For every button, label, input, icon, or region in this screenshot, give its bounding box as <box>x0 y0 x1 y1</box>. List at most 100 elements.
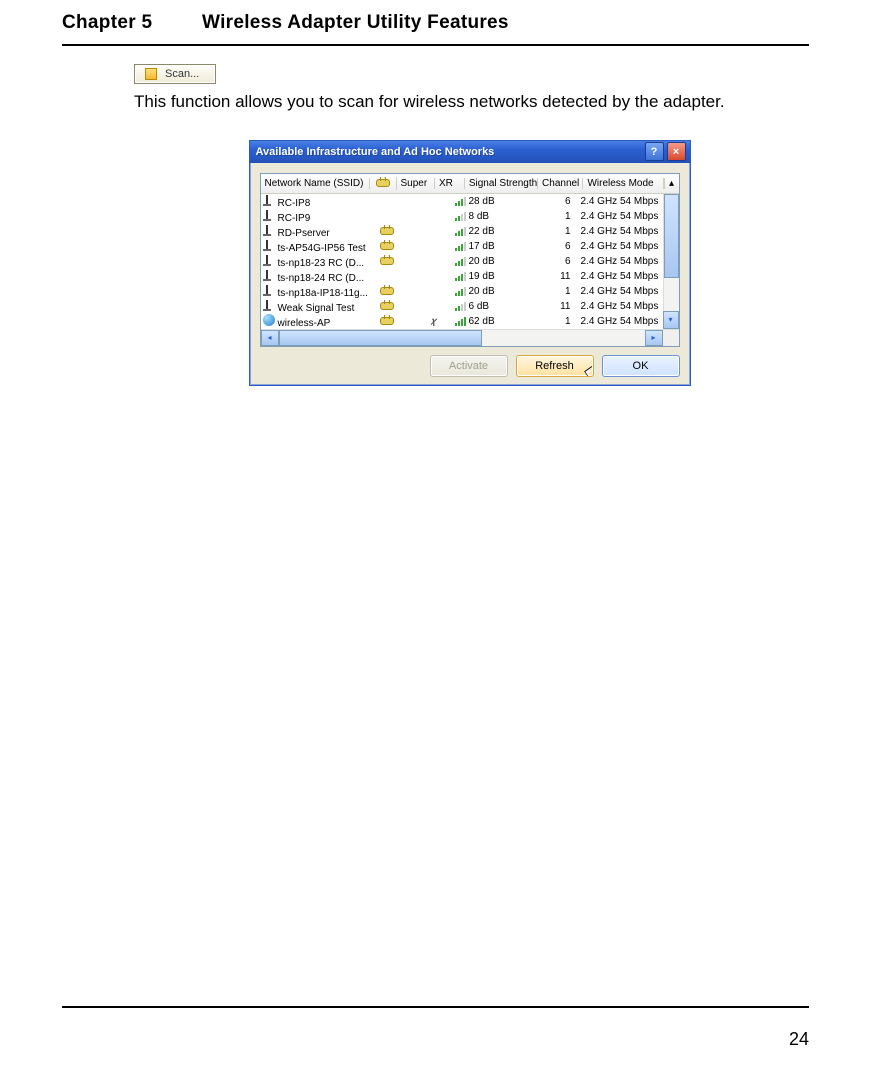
security-cell <box>377 300 397 313</box>
ssid-cell: RC-IP8 <box>261 194 377 209</box>
close-button[interactable]: × <box>667 142 686 161</box>
antenna-icon <box>263 299 275 311</box>
ssid-cell: ts-np18a-IP18-11g... <box>261 284 377 299</box>
lock-icon <box>376 177 390 187</box>
ssid-label: ts-np18-24 RC (D... <box>278 273 365 284</box>
ssid-label: wireless-AP <box>278 318 331 329</box>
lock-icon <box>380 300 394 310</box>
col-super[interactable]: Super <box>397 178 436 189</box>
table-row[interactable]: ts-np18-24 RC (D... 19 dB112.4 GHz 54 Mbp… <box>261 269 663 284</box>
signal-bars-icon <box>455 271 466 281</box>
security-cell <box>377 240 397 253</box>
ssid-cell: ts-AP54G-IP56 Test <box>261 239 377 254</box>
hscroll-thumb[interactable] <box>279 330 482 346</box>
scroll-right-button[interactable]: ▸ <box>645 330 663 346</box>
mode-cell: 2.4 GHz 54 Mbps <box>581 271 663 282</box>
col-xr[interactable]: XR <box>435 178 465 189</box>
table-row[interactable]: Weak Signal Test6 dB112.4 GHz 54 Mbps <box>261 299 663 314</box>
channel-cell: 1 <box>529 211 581 222</box>
xr-icon: χ <box>431 316 446 326</box>
signal-bars-icon <box>455 211 466 221</box>
refresh-button-label: Refresh <box>535 360 574 372</box>
ok-button[interactable]: OK <box>602 355 680 377</box>
signal-cell: 19 dB <box>455 271 529 282</box>
scroll-thumb[interactable] <box>664 194 679 278</box>
mode-cell: 2.4 GHz 54 Mbps <box>581 316 663 327</box>
page-number: 24 <box>789 1029 809 1050</box>
antenna-icon <box>263 269 275 281</box>
col-ssid[interactable]: Network Name (SSID) <box>261 178 371 189</box>
table-row[interactable]: ts-np18-23 RC (D...20 dB62.4 GHz 54 Mbps <box>261 254 663 269</box>
xr-cell: χ <box>431 316 455 327</box>
antenna-icon <box>263 209 275 221</box>
scroll-up-button[interactable]: ▴ <box>664 178 679 189</box>
scan-icon <box>145 68 157 80</box>
signal-bars-icon <box>455 226 466 236</box>
signal-label: 6 dB <box>469 301 490 312</box>
channel-cell: 6 <box>529 196 581 207</box>
mode-cell: 2.4 GHz 54 Mbps <box>581 301 663 312</box>
signal-label: 20 dB <box>469 256 495 267</box>
signal-label: 17 dB <box>469 241 495 252</box>
page-header: Chapter 5 Wireless Adapter Utility Featu… <box>62 12 809 44</box>
chapter-number: Chapter 5 <box>62 12 202 34</box>
table-row[interactable]: wireless-APχ62 dB12.4 GHz 54 Mbps <box>261 314 663 329</box>
dialog-title: Available Infrastructure and Ad Hoc Netw… <box>256 146 642 158</box>
networks-dialog: Available Infrastructure and Ad Hoc Netw… <box>249 140 691 386</box>
security-cell <box>377 315 397 328</box>
ssid-label: ts-AP54G-IP56 Test <box>278 243 366 254</box>
col-security-icon[interactable] <box>370 177 396 190</box>
lock-icon <box>380 225 394 235</box>
scan-button[interactable]: Scan... <box>134 64 216 84</box>
signal-cell: 20 dB <box>455 256 529 267</box>
list-header[interactable]: Network Name (SSID) Super XR Signal Stre… <box>261 174 679 194</box>
col-mode[interactable]: Wireless Mode <box>583 178 663 189</box>
ssid-label: RC-IP9 <box>278 213 311 224</box>
header-divider <box>62 44 809 46</box>
scan-button-label: Scan... <box>165 68 199 80</box>
lock-icon <box>380 315 394 325</box>
ssid-cell: wireless-AP <box>261 314 377 329</box>
channel-cell: 11 <box>529 271 581 282</box>
signal-label: 22 dB <box>469 226 495 237</box>
table-row[interactable]: ts-AP54G-IP56 Test17 dB62.4 GHz 54 Mbps <box>261 239 663 254</box>
ssid-cell: ts-np18-23 RC (D... <box>261 254 377 269</box>
signal-bars-icon <box>455 196 466 206</box>
mode-cell: 2.4 GHz 54 Mbps <box>581 226 663 237</box>
table-row[interactable]: RC-IP98 dB12.4 GHz 54 Mbps <box>261 209 663 224</box>
signal-cell: 6 dB <box>455 301 529 312</box>
ssid-cell: RC-IP9 <box>261 209 377 224</box>
horizontal-scrollbar[interactable]: ◂ ▸ <box>261 329 679 346</box>
scroll-track[interactable] <box>663 194 679 311</box>
refresh-button[interactable]: Refresh <box>516 355 594 377</box>
scroll-down-button[interactable]: ▾ <box>663 311 679 329</box>
signal-label: 20 dB <box>469 286 495 297</box>
ssid-label: RD-Pserver <box>278 228 330 239</box>
hscroll-track[interactable] <box>279 330 645 346</box>
channel-cell: 1 <box>529 226 581 237</box>
table-row[interactable]: RD-Pserver 22 dB 12.4 GHz 54 Mbps <box>261 224 663 239</box>
dialog-titlebar[interactable]: Available Infrastructure and Ad Hoc Netw… <box>250 141 690 163</box>
footer-divider <box>62 1006 809 1008</box>
signal-cell: 20 dB <box>455 286 529 297</box>
lock-icon <box>380 240 394 250</box>
help-button[interactable]: ? <box>645 142 664 161</box>
scroll-left-button[interactable]: ◂ <box>261 330 279 346</box>
signal-bars-icon <box>455 316 466 326</box>
ssid-cell: ts-np18-24 RC (D... <box>261 269 377 284</box>
signal-cell: 28 dB <box>455 196 529 207</box>
description-text: This function allows you to scan for wir… <box>134 91 805 114</box>
signal-cell: 8 dB <box>455 211 529 222</box>
signal-cell: 62 dB <box>455 316 529 327</box>
scroll-corner <box>663 330 679 346</box>
vertical-scrollbar[interactable]: ▾ <box>663 194 679 329</box>
signal-bars-icon <box>455 241 466 251</box>
table-row[interactable]: ts-np18a-IP18-11g...20 dB12.4 GHz 54 Mbp… <box>261 284 663 299</box>
col-signal[interactable]: Signal Strength <box>465 178 538 189</box>
mode-cell: 2.4 GHz 54 Mbps <box>581 196 663 207</box>
col-channel[interactable]: Channel <box>538 178 583 189</box>
signal-cell: 22 dB <box>455 226 529 237</box>
mode-cell: 2.4 GHz 54 Mbps <box>581 256 663 267</box>
ssid-label: ts-np18a-IP18-11g... <box>278 288 368 299</box>
table-row[interactable]: RC-IP8 28 dB62.4 GHz 54 Mbps <box>261 194 663 209</box>
